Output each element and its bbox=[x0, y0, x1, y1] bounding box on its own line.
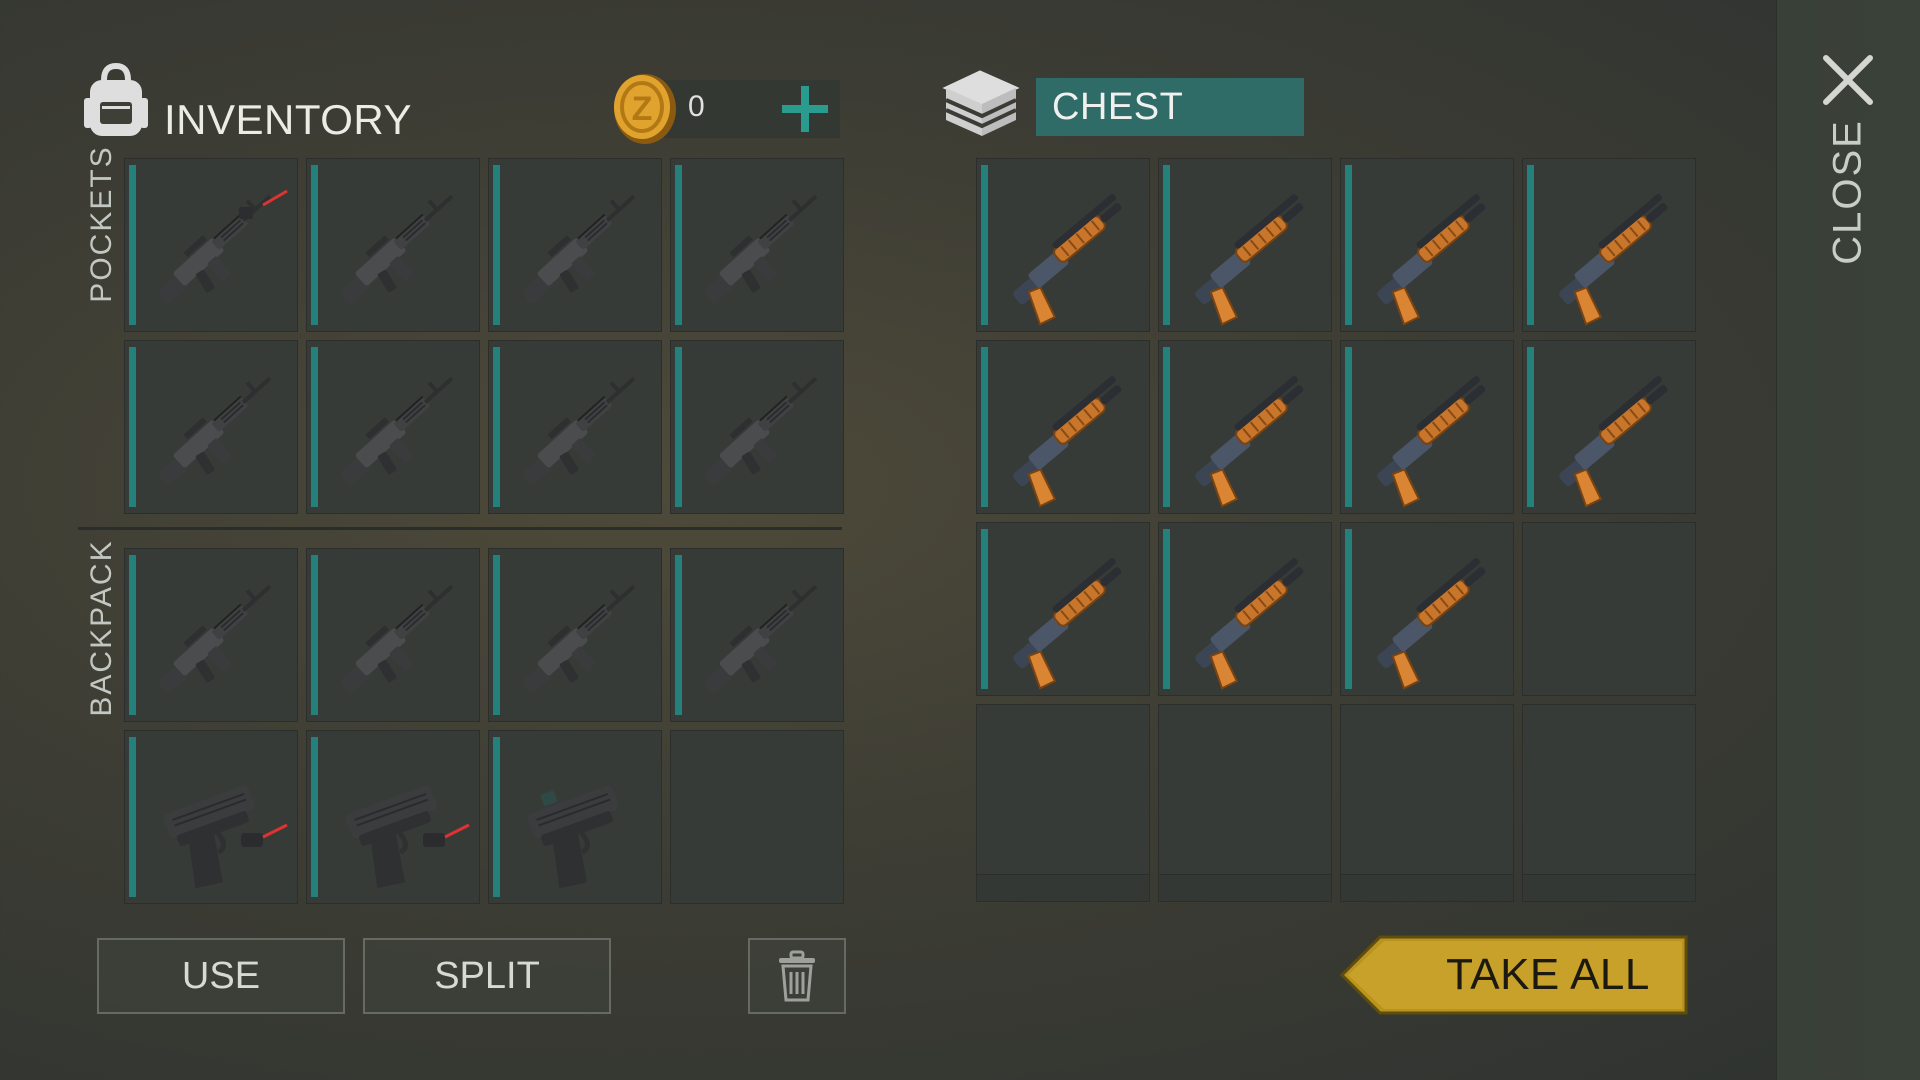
chest-slot[interactable] bbox=[1340, 158, 1514, 332]
rifle-shape bbox=[522, 194, 636, 303]
use-button[interactable]: USE bbox=[97, 938, 345, 1014]
trash-button[interactable] bbox=[748, 938, 846, 1014]
chest-slot[interactable] bbox=[976, 340, 1150, 514]
rifle-shape bbox=[340, 376, 454, 485]
rifle-icon bbox=[522, 584, 636, 693]
rifle-shape bbox=[340, 194, 454, 303]
svg-text:Z: Z bbox=[632, 90, 653, 128]
shotgun-icon bbox=[1377, 376, 1486, 508]
chest-slot[interactable] bbox=[1158, 522, 1332, 696]
take-all-button[interactable]: TAKE ALL bbox=[1340, 935, 1688, 1015]
chest-slot[interactable] bbox=[1158, 340, 1332, 514]
shotgun-icon bbox=[1377, 194, 1486, 326]
rifle-icon bbox=[158, 189, 288, 303]
chest-slot[interactable] bbox=[976, 158, 1150, 332]
shotgun-icon bbox=[1195, 376, 1304, 508]
inventory-title: INVENTORY bbox=[164, 96, 413, 143]
rifle-shape bbox=[704, 376, 818, 485]
close-icon[interactable] bbox=[1820, 52, 1876, 108]
close-button[interactable]: CLOSE bbox=[1826, 119, 1871, 265]
shotgun-icon bbox=[1377, 558, 1486, 690]
rifle-shape bbox=[704, 584, 818, 693]
coin-amount: 0 bbox=[688, 90, 705, 123]
chest-icon bbox=[940, 66, 1022, 142]
backpack-slot[interactable] bbox=[306, 548, 480, 722]
shotgun-icon bbox=[1559, 194, 1668, 326]
chest-slot[interactable] bbox=[1340, 340, 1514, 514]
pockets-slot[interactable] bbox=[488, 158, 662, 332]
backpack-slot[interactable] bbox=[488, 548, 662, 722]
pockets-slot[interactable] bbox=[306, 340, 480, 514]
rifle-shape bbox=[522, 584, 636, 693]
rifle-shape bbox=[158, 584, 272, 693]
pockets-grid bbox=[124, 158, 844, 514]
chest-grid bbox=[976, 158, 1696, 878]
rifle-icon bbox=[158, 376, 272, 485]
backpack-slot[interactable] bbox=[124, 730, 298, 904]
backpack-grid bbox=[124, 548, 844, 904]
pockets-slot[interactable] bbox=[124, 158, 298, 332]
backpack-label: BACKPACK bbox=[85, 539, 118, 717]
rifle-shape bbox=[340, 584, 454, 693]
shotgun-icon bbox=[1195, 194, 1304, 326]
pockets-slot[interactable] bbox=[488, 340, 662, 514]
split-button[interactable]: SPLIT bbox=[363, 938, 611, 1014]
rifle-icon bbox=[704, 376, 818, 485]
chest-slot[interactable] bbox=[1158, 158, 1332, 332]
rifle-icon bbox=[340, 376, 454, 485]
section-divider bbox=[78, 527, 842, 530]
chest-slot-partial bbox=[976, 874, 1150, 902]
pockets-slot[interactable] bbox=[306, 158, 480, 332]
chest-slot[interactable] bbox=[1340, 704, 1514, 878]
pockets-slot[interactable] bbox=[124, 340, 298, 514]
backpack-slot[interactable] bbox=[488, 730, 662, 904]
pockets-slot[interactable] bbox=[670, 340, 844, 514]
rifle-icon bbox=[704, 194, 818, 303]
coin-icon: Z bbox=[612, 72, 678, 146]
pistol-icon bbox=[163, 785, 288, 889]
rifle-icon bbox=[704, 584, 818, 693]
chest-slot-partial bbox=[1522, 874, 1696, 902]
rifle-icon bbox=[158, 584, 272, 693]
add-coins-button[interactable] bbox=[780, 84, 830, 134]
pockets-label: POCKETS bbox=[85, 145, 118, 303]
chest-slot-partial bbox=[1158, 874, 1332, 902]
shotgun-icon bbox=[1013, 194, 1122, 326]
rifle-shape bbox=[704, 194, 818, 303]
pockets-slot[interactable] bbox=[670, 158, 844, 332]
take-all-label: TAKE ALL bbox=[1446, 950, 1650, 999]
chest-slot[interactable] bbox=[976, 704, 1150, 878]
pistol-icon bbox=[527, 785, 619, 889]
pistol-icon bbox=[345, 785, 470, 889]
chest-slot[interactable] bbox=[976, 522, 1150, 696]
backpack-slot[interactable] bbox=[670, 730, 844, 904]
shotgun-icon bbox=[1013, 376, 1122, 508]
chest-slot-partial bbox=[1340, 874, 1514, 902]
trash-icon bbox=[779, 950, 815, 1002]
shotgun-icon bbox=[1559, 376, 1668, 508]
chest-title: CHEST bbox=[1052, 86, 1184, 128]
rifle-icon bbox=[522, 376, 636, 485]
backpack-icon bbox=[80, 62, 152, 140]
rifle-shape bbox=[158, 194, 272, 303]
rifle-icon bbox=[340, 584, 454, 693]
rifle-shape bbox=[158, 376, 272, 485]
rifle-icon bbox=[522, 194, 636, 303]
chest-slot[interactable] bbox=[1522, 522, 1696, 696]
shotgun-icon bbox=[1013, 558, 1122, 690]
backpack-slot[interactable] bbox=[124, 548, 298, 722]
backpack-slot[interactable] bbox=[306, 730, 480, 904]
backpack-slot[interactable] bbox=[670, 548, 844, 722]
shotgun-icon bbox=[1195, 558, 1304, 690]
chest-slot[interactable] bbox=[1340, 522, 1514, 696]
chest-slot[interactable] bbox=[1522, 158, 1696, 332]
chest-slot[interactable] bbox=[1522, 704, 1696, 878]
chest-slot[interactable] bbox=[1522, 340, 1696, 514]
rifle-shape bbox=[522, 376, 636, 485]
rifle-icon bbox=[340, 194, 454, 303]
chest-slot[interactable] bbox=[1158, 704, 1332, 878]
